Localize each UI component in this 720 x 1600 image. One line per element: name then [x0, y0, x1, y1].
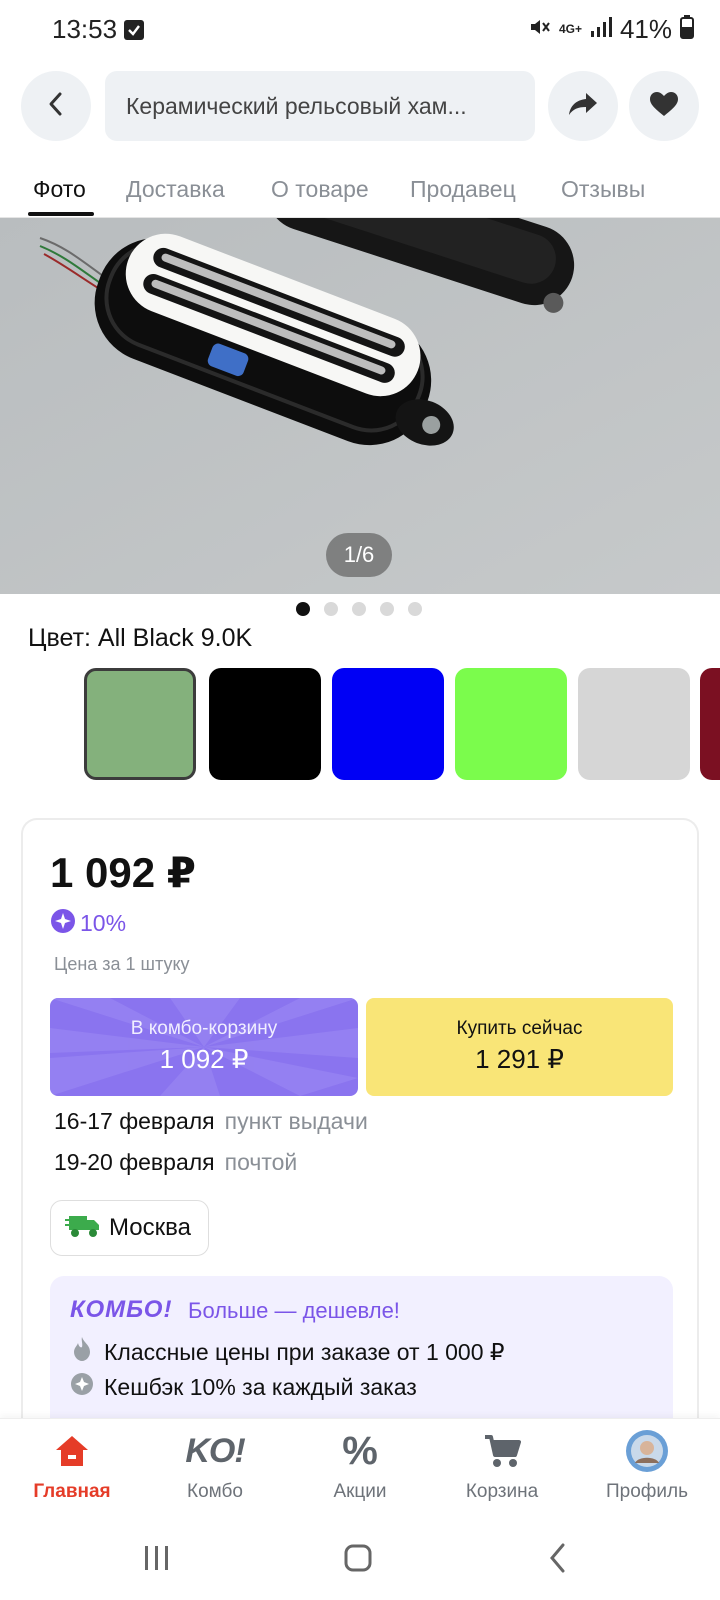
ko-logo-text: KO!	[185, 1431, 245, 1470]
recent-apps-icon	[142, 1544, 172, 1577]
back-chevron-icon	[546, 1542, 570, 1579]
delivery-method: пункт выдачи	[224, 1108, 368, 1134]
buy-button-amount: 1 291 ₽	[475, 1044, 564, 1074]
combo-slogan: Больше — дешевле!	[188, 1298, 400, 1323]
gallery-dot[interactable]	[408, 602, 422, 616]
color-swatch-green[interactable]	[84, 668, 196, 780]
product-card: 1 092 ₽ 10% Цена за 1 штуку В комбо-корз…	[21, 818, 699, 1436]
avatar	[577, 1427, 717, 1475]
star-badge-icon	[50, 908, 76, 939]
cashback-percent: 10%	[80, 910, 127, 936]
nav-cart[interactable]: Корзина	[432, 1427, 572, 1517]
nav-combo[interactable]: KO! Комбо	[145, 1427, 285, 1517]
gallery-dot[interactable]	[324, 602, 338, 616]
color-swatch-blue[interactable]	[332, 668, 444, 780]
fire-icon	[70, 1336, 94, 1368]
gallery-counter: 1/6	[326, 533, 392, 577]
network-label: 4G+	[558, 22, 582, 36]
delivery-option[interactable]: 19-20 февраля почтой	[54, 1149, 297, 1176]
star-badge-icon	[70, 1372, 94, 1402]
ko-icon: KO!	[145, 1427, 285, 1475]
tab-seller[interactable]: Продавец	[410, 176, 516, 203]
delivery-method: почтой	[224, 1149, 298, 1175]
search-field[interactable]: Керамический рельсовый хам...	[105, 71, 535, 141]
combo-benefit: Классные цены при заказе от 1 000 ₽	[70, 1336, 505, 1368]
nav-label: Корзина	[465, 1481, 539, 1502]
product-tabs: Фото Доставка О товаре Продавец Отзывы	[0, 168, 720, 218]
nav-label: Главная	[33, 1481, 111, 1502]
home-square-icon	[343, 1543, 373, 1578]
delivery-option[interactable]: 16-17 февраля пункт выдачи	[54, 1108, 368, 1135]
city-selector[interactable]: Москва	[50, 1200, 209, 1256]
buy-button-label: Купить сейчас	[456, 1018, 583, 1039]
nav-home[interactable]: Главная	[2, 1427, 142, 1517]
heart-icon	[649, 91, 679, 122]
percent-logo-text: %	[342, 1428, 378, 1473]
back-arrow-icon	[45, 91, 67, 122]
percent-icon: %	[290, 1427, 430, 1475]
share-button[interactable]	[548, 71, 618, 141]
battery-percent: 41%	[619, 13, 672, 44]
price-per-unit: Цена за 1 штуку	[54, 954, 190, 974]
city-name: Москва	[109, 1214, 191, 1241]
search-text: Керамический рельсовый хам...	[126, 92, 467, 119]
buy-now-button[interactable]: Купить сейчас 1 291 ₽	[366, 998, 673, 1096]
nav-label: Комбо	[187, 1481, 243, 1502]
favorite-button[interactable]	[629, 71, 699, 141]
nav-label: Профиль	[605, 1481, 689, 1502]
cart-icon	[432, 1427, 572, 1475]
mute-icon	[527, 15, 551, 44]
home-icon	[2, 1427, 142, 1475]
gallery-dot[interactable]	[352, 602, 366, 616]
home-system-button[interactable]	[328, 1538, 388, 1582]
add-to-combo-cart-button[interactable]: В комбо-корзину 1 092 ₽	[50, 998, 358, 1096]
delivery-truck-icon	[65, 1213, 101, 1244]
system-navigation-bar	[0, 1518, 720, 1600]
gallery-dot[interactable]	[296, 602, 310, 616]
combo-logo: КОМБО!	[70, 1296, 173, 1323]
nav-promotions[interactable]: % Акции	[290, 1427, 430, 1517]
tab-photo[interactable]: Фото	[33, 176, 86, 203]
delivery-date: 16-17 февраля	[54, 1108, 215, 1134]
nav-label: Акции	[333, 1481, 387, 1502]
color-swatch-lime[interactable]	[455, 668, 567, 780]
gallery-dots	[296, 602, 422, 616]
color-swatches	[84, 668, 720, 784]
tab-about[interactable]: О товаре	[271, 176, 369, 203]
color-swatch-black[interactable]	[209, 668, 321, 780]
combo-promo[interactable]: КОМБО! Больше — дешевле! Классные цены п…	[50, 1276, 673, 1436]
delivery-date: 19-20 февраля	[54, 1149, 215, 1175]
product-price: 1 092 ₽	[50, 849, 196, 896]
signal-icon	[590, 16, 612, 43]
nav-profile[interactable]: Профиль	[577, 1427, 717, 1517]
status-right: 4G+ 41%	[527, 14, 694, 44]
cashback-badge: 10%	[50, 908, 126, 939]
status-bar: 13:53 4G+ 41%	[0, 0, 720, 58]
system-back-button[interactable]	[528, 1538, 588, 1582]
battery-icon	[680, 14, 694, 44]
bottom-navigation: Главная KO! Комбо % Акции Корзина Профил…	[0, 1418, 720, 1518]
combo-button-amount: 1 092 ₽	[159, 1044, 249, 1074]
combo-benefit: Кешбэк 10% за каждый заказ	[70, 1372, 417, 1402]
recent-apps-button[interactable]	[127, 1538, 187, 1582]
tab-delivery[interactable]: Доставка	[126, 176, 225, 203]
combo-button-label: В комбо-корзину	[130, 1018, 278, 1039]
combo-benefit-text: Кешбэк 10% за каждый заказ	[104, 1373, 417, 1400]
tab-reviews[interactable]: Отзывы	[561, 176, 645, 203]
gallery-dot[interactable]	[380, 602, 394, 616]
color-swatch-maroon[interactable]	[700, 668, 720, 780]
tab-active-indicator	[28, 212, 94, 216]
color-label: Цвет: All Black 9.0K	[28, 624, 253, 652]
color-swatch-gray[interactable]	[578, 668, 690, 780]
back-button[interactable]	[21, 71, 91, 141]
checkbox-notification-icon	[124, 20, 144, 40]
status-time: 13:53	[52, 14, 118, 44]
combo-benefit-text: Классные цены при заказе от 1 000 ₽	[104, 1338, 505, 1365]
share-icon	[568, 91, 598, 122]
